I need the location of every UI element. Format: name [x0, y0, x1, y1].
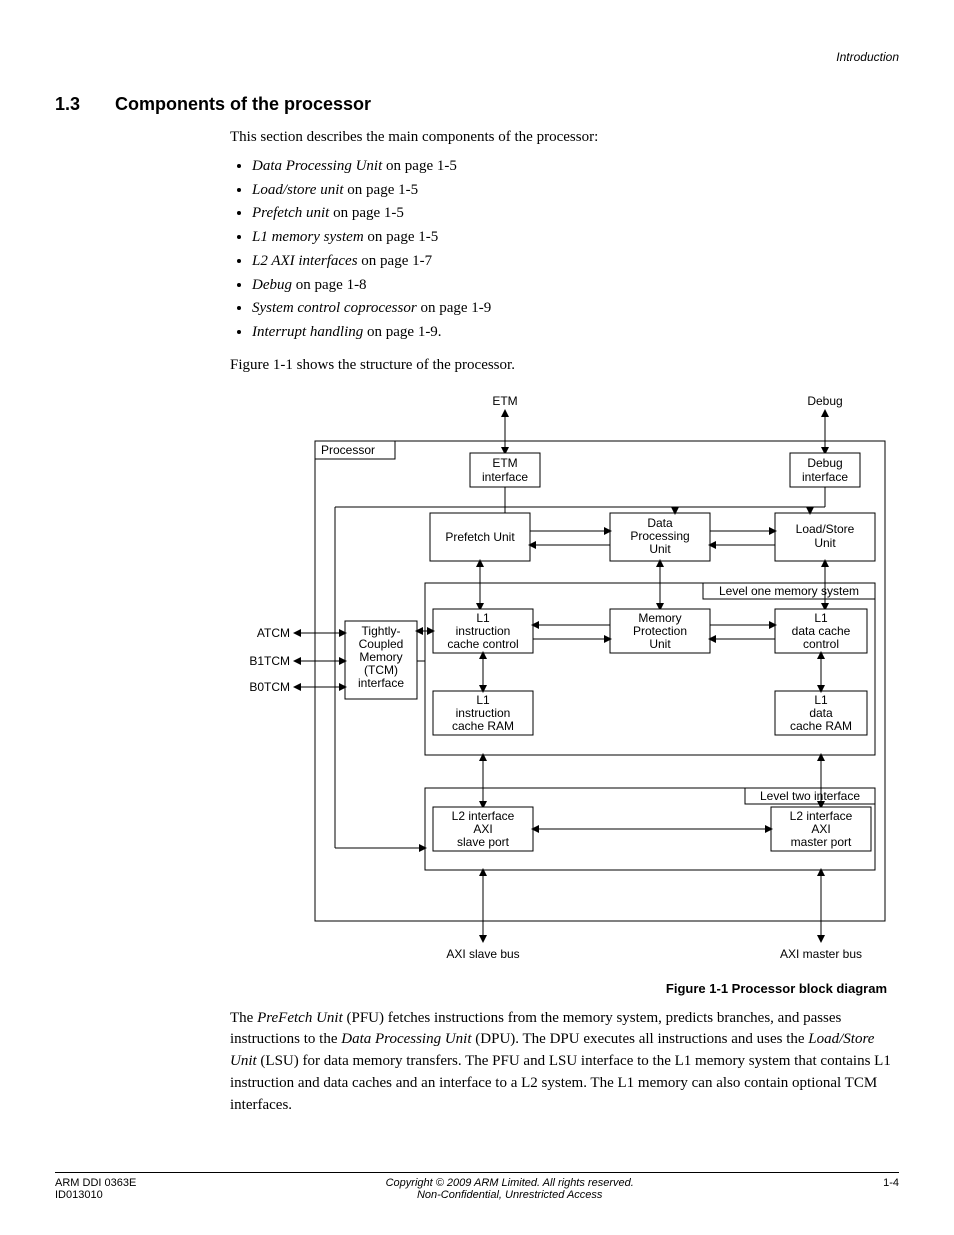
- svg-text:L1: L1: [476, 611, 490, 625]
- body-paragraph: The PreFetch Unit (PFU) fetches instruct…: [230, 1008, 899, 1117]
- footer-docid1: ARM DDI 0363E: [55, 1177, 136, 1189]
- svg-text:slave port: slave port: [457, 835, 510, 849]
- footer-docid2: ID013010: [55, 1189, 136, 1201]
- svg-text:Data: Data: [647, 516, 673, 530]
- svg-text:interface: interface: [482, 470, 528, 484]
- svg-text:AXI slave bus: AXI slave bus: [446, 947, 519, 961]
- svg-text:Processor: Processor: [321, 443, 375, 457]
- svg-text:master port: master port: [791, 835, 852, 849]
- section-title: Components of the processor: [115, 94, 371, 114]
- list-item: Prefetch unit on page 1-5: [252, 202, 899, 226]
- svg-text:AXI master bus: AXI master bus: [780, 947, 862, 961]
- svg-text:(TCM): (TCM): [364, 663, 398, 677]
- list-item: System control coprocessor on page 1-9: [252, 297, 899, 321]
- svg-text:Processing: Processing: [630, 529, 689, 543]
- header-section-label: Introduction: [836, 50, 899, 64]
- bullet-list: Data Processing Unit on page 1-5 Load/st…: [230, 155, 899, 345]
- svg-text:Prefetch Unit: Prefetch Unit: [445, 530, 515, 544]
- svg-text:data: data: [809, 706, 833, 720]
- svg-text:L1: L1: [814, 611, 828, 625]
- list-item: L1 memory system on page 1-5: [252, 226, 899, 250]
- figure-diagram: ETM Debug Processor ETM interface Debug …: [55, 393, 899, 973]
- svg-text:Unit: Unit: [649, 542, 671, 556]
- svg-text:Level one memory system: Level one memory system: [719, 584, 859, 598]
- svg-text:AXI: AXI: [811, 822, 830, 836]
- svg-text:Debug: Debug: [807, 394, 842, 408]
- page-footer: ARM DDI 0363E ID013010 Copyright © 2009 …: [55, 1172, 899, 1201]
- svg-text:cache RAM: cache RAM: [452, 719, 514, 733]
- svg-text:ATCM: ATCM: [257, 626, 290, 640]
- svg-text:Memory: Memory: [359, 650, 402, 664]
- svg-text:data cache: data cache: [792, 624, 851, 638]
- svg-text:ETM: ETM: [492, 394, 517, 408]
- section-heading: 1.3 Components of the processor: [55, 94, 899, 115]
- svg-text:Load/Store: Load/Store: [796, 522, 855, 536]
- svg-text:Coupled: Coupled: [359, 637, 404, 651]
- svg-text:Unit: Unit: [649, 637, 671, 651]
- svg-text:Memory: Memory: [638, 611, 681, 625]
- footer-copyright: Copyright © 2009 ARM Limited. All rights…: [386, 1177, 634, 1189]
- svg-text:interface: interface: [358, 676, 404, 690]
- svg-text:control: control: [803, 637, 839, 651]
- section-number: 1.3: [55, 94, 110, 115]
- svg-text:Unit: Unit: [814, 536, 836, 550]
- svg-text:AXI: AXI: [473, 822, 492, 836]
- list-item: Interrupt handling on page 1-9.: [252, 321, 899, 345]
- svg-text:interface: interface: [802, 470, 848, 484]
- list-item: Debug on page 1-8: [252, 274, 899, 298]
- figure-caption: Figure 1-1 Processor block diagram: [55, 981, 899, 996]
- svg-text:Debug: Debug: [807, 456, 842, 470]
- svg-text:instruction: instruction: [456, 624, 511, 638]
- svg-text:L1: L1: [814, 693, 828, 707]
- svg-text:B1TCM: B1TCM: [249, 654, 290, 668]
- svg-text:cache control: cache control: [447, 637, 518, 651]
- footer-page-number: 1-4: [883, 1177, 899, 1189]
- svg-text:Protection: Protection: [633, 624, 687, 638]
- list-item: Data Processing Unit on page 1-5: [252, 155, 899, 179]
- list-item: Load/store unit on page 1-5: [252, 179, 899, 203]
- svg-text:B0TCM: B0TCM: [249, 680, 290, 694]
- svg-text:L2 interface: L2 interface: [790, 809, 853, 823]
- svg-text:L1: L1: [476, 693, 490, 707]
- footer-confidentiality: Non-Confidential, Unrestricted Access: [386, 1189, 634, 1201]
- svg-text:L2 interface: L2 interface: [452, 809, 515, 823]
- list-item: L2 AXI interfaces on page 1-7: [252, 250, 899, 274]
- svg-text:Tightly-: Tightly-: [362, 624, 401, 638]
- intro-text: This section describes the main componen…: [230, 127, 899, 149]
- svg-text:cache RAM: cache RAM: [790, 719, 852, 733]
- svg-text:Level two interface: Level two interface: [760, 789, 860, 803]
- svg-text:instruction: instruction: [456, 706, 511, 720]
- figure-intro-text: Figure 1-1 shows the structure of the pr…: [230, 355, 899, 377]
- svg-text:ETM: ETM: [492, 456, 517, 470]
